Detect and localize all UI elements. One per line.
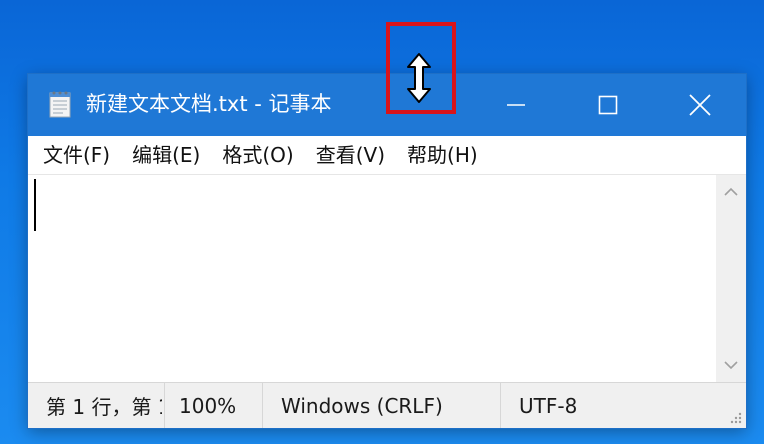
status-bar: 第 1 行，第 1 列 100% Windows (CRLF) UTF-8 (28, 382, 746, 428)
menu-edit[interactable]: 编辑(E) (125, 138, 207, 172)
window-title: 新建文本文档.txt - 记事本 (86, 92, 332, 116)
menu-bar: 文件(F) 编辑(E) 格式(O) 查看(V) 帮助(H) (28, 136, 746, 174)
scroll-down-button[interactable] (716, 352, 746, 378)
minimize-icon (507, 104, 525, 106)
vertical-scrollbar[interactable] (716, 174, 746, 382)
status-line-ending: Windows (CRLF) (262, 383, 498, 428)
notepad-window: 新建文本文档.txt - 记事本 文件(F) 编辑(E) 格式(O) 查看(V)… (28, 74, 746, 428)
desktop: 新建文本文档.txt - 记事本 文件(F) 编辑(E) 格式(O) 查看(V)… (0, 0, 764, 444)
notepad-icon (48, 90, 72, 118)
status-encoding: UTF-8 (500, 383, 696, 428)
text-editor[interactable] (28, 174, 716, 382)
menu-view[interactable]: 查看(V) (309, 138, 392, 172)
vertical-resize-cursor-icon (407, 53, 431, 103)
scroll-up-button[interactable] (716, 179, 746, 205)
menu-help[interactable]: 帮助(H) (400, 138, 485, 172)
menu-file[interactable]: 文件(F) (36, 138, 117, 172)
resize-grip-icon[interactable] (728, 410, 742, 424)
close-button[interactable] (654, 74, 746, 136)
menu-format[interactable]: 格式(O) (215, 138, 300, 172)
chevron-down-icon (724, 361, 738, 370)
close-icon (689, 94, 711, 116)
status-cursor-position: 第 1 行，第 1 列 (46, 395, 162, 419)
maximize-icon (598, 95, 618, 115)
status-zoom: 100% (164, 383, 260, 428)
chevron-up-icon (724, 187, 738, 196)
text-caret (34, 179, 36, 231)
maximize-button[interactable] (562, 74, 654, 136)
minimize-button[interactable] (470, 74, 562, 136)
